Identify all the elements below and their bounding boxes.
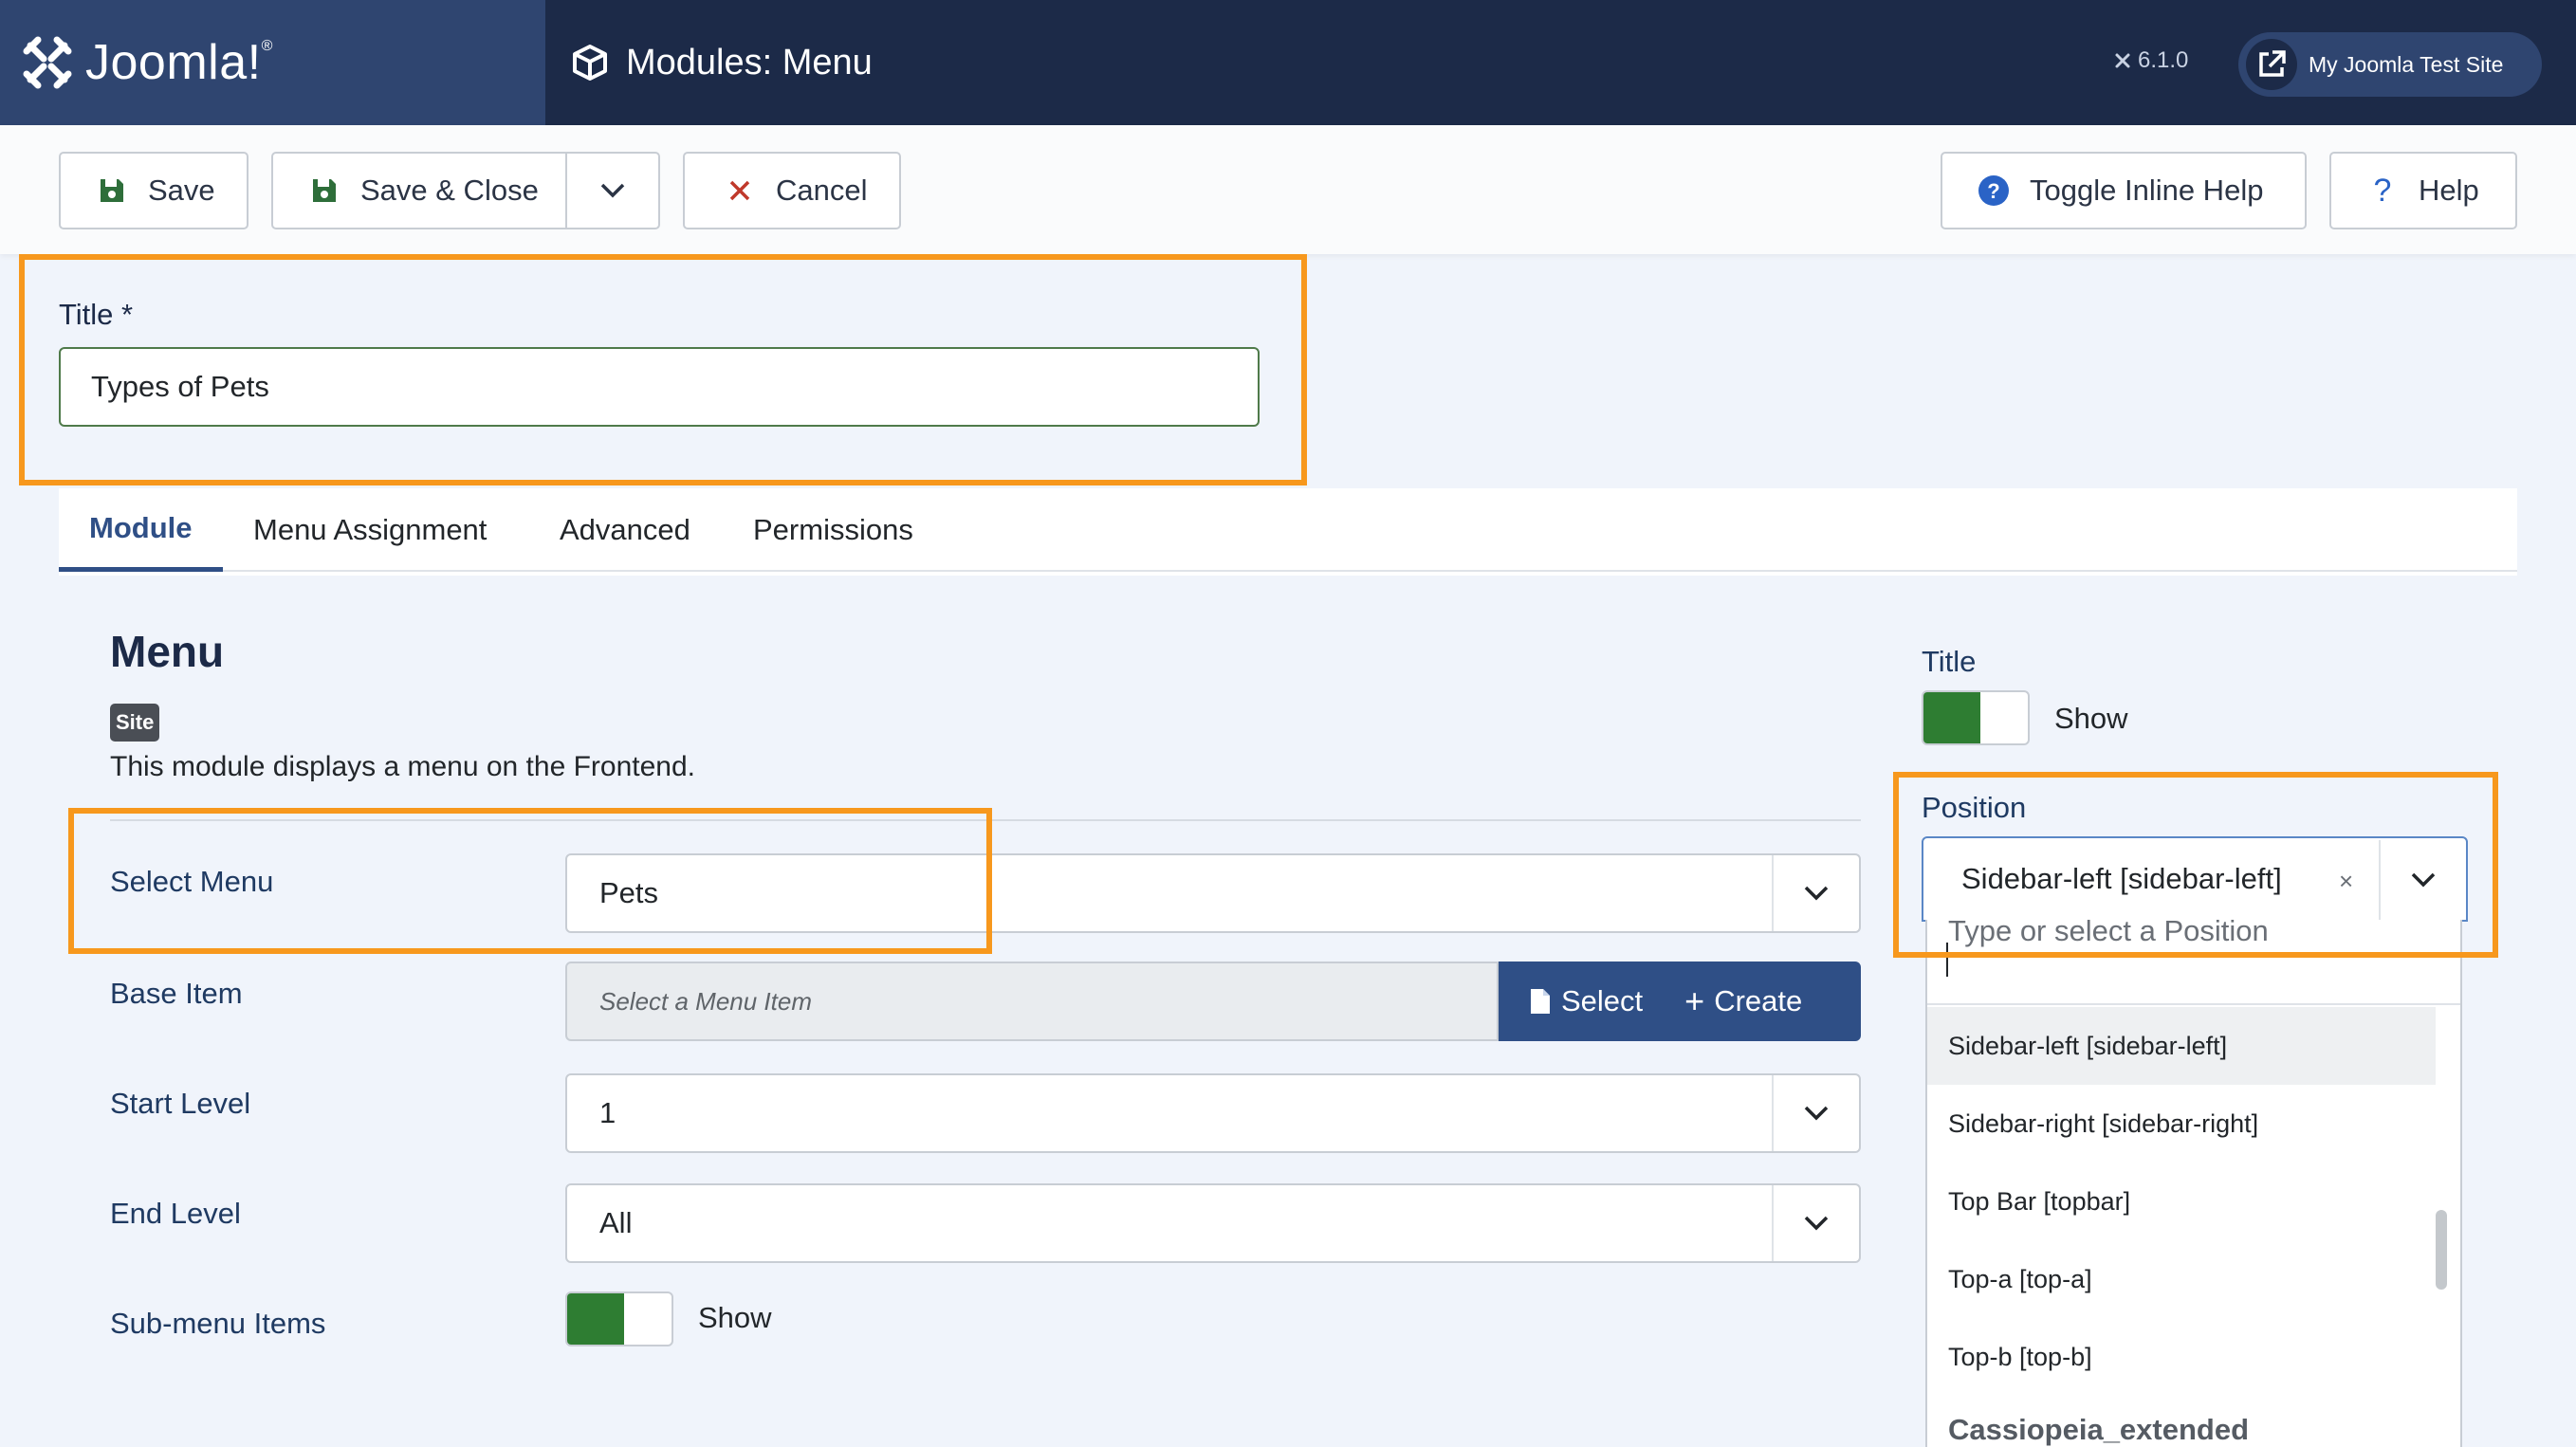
- text-cursor: [1946, 943, 1948, 977]
- version-indicator: 6.1.0: [2113, 47, 2188, 74]
- base-item-create-button[interactable]: + Create: [1684, 984, 1802, 1018]
- save-close-label: Save & Close: [360, 174, 539, 207]
- position-option[interactable]: Sidebar-right [sidebar-right]: [1927, 1085, 2436, 1163]
- select-menu-value: Pets: [599, 876, 659, 909]
- version-text: 6.1.0: [2138, 47, 2189, 73]
- chevron-down-icon: [1772, 1185, 1859, 1261]
- position-dropdown-list: Type or select a Position Sidebar-left […: [1925, 920, 2462, 1447]
- question-circle-icon: ?: [1975, 174, 2013, 207]
- select-menu-label: Select Menu: [110, 865, 274, 898]
- floppy-disk-icon: [305, 176, 343, 205]
- tab-permissions[interactable]: Permissions: [753, 488, 913, 572]
- tab-bar: Module Menu Assignment Advanced Permissi…: [59, 488, 2517, 572]
- help-label: Help: [2419, 174, 2479, 207]
- create-button-label: Create: [1714, 984, 1803, 1017]
- dropdown-scrollbar[interactable]: [2436, 1210, 2447, 1290]
- select-menu-dropdown[interactable]: Pets: [565, 853, 1861, 933]
- close-icon: [721, 179, 759, 202]
- module-description: This module displays a menu on the Front…: [110, 751, 696, 782]
- toggle-inline-help-button[interactable]: ? Toggle Inline Help: [1941, 152, 2307, 229]
- save-options-dropdown[interactable]: [565, 154, 658, 228]
- chevron-down-icon: [600, 183, 625, 198]
- chevron-down-icon: [1772, 855, 1859, 931]
- svg-text:?: ?: [1987, 179, 1999, 203]
- chevron-down-icon: [1772, 1075, 1859, 1151]
- position-option[interactable]: Top-a [top-a]: [1927, 1240, 2436, 1318]
- position-label: Position: [1922, 791, 2027, 824]
- cube-icon: [573, 45, 607, 81]
- cancel-label: Cancel: [776, 174, 868, 207]
- save-button[interactable]: Save: [59, 152, 248, 229]
- title-field-label: Title *: [59, 298, 134, 331]
- title-input[interactable]: [59, 347, 1260, 427]
- site-badge: Site: [110, 704, 160, 742]
- switch-on-indicator: [1923, 692, 1980, 743]
- file-icon: [1531, 989, 1550, 1014]
- base-item-field[interactable]: Select a Menu Item: [565, 962, 1499, 1041]
- start-level-label: Start Level: [110, 1087, 251, 1120]
- tab-advanced[interactable]: Advanced: [560, 488, 690, 572]
- start-level-dropdown[interactable]: 1: [565, 1073, 1861, 1153]
- cancel-button[interactable]: Cancel: [683, 152, 901, 229]
- submenu-items-state: Show: [698, 1301, 772, 1334]
- clear-icon[interactable]: ×: [2339, 867, 2353, 896]
- floppy-disk-icon: [93, 176, 131, 205]
- base-item-placeholder: Select a Menu Item: [599, 986, 812, 1016]
- tab-module[interactable]: Module: [59, 488, 223, 572]
- page-title: Modules: Menu: [626, 42, 873, 82]
- position-option[interactable]: Top-b [top-b]: [1927, 1318, 2436, 1396]
- base-item-buttons: Select + Create: [1499, 962, 1861, 1041]
- chevron-down-icon[interactable]: [2379, 840, 2466, 920]
- submenu-items-label: Sub-menu Items: [110, 1307, 326, 1340]
- question-icon: ?: [2373, 172, 2392, 209]
- save-label: Save: [148, 174, 215, 207]
- top-header: Joomla!® Modules: Menu 6.1.0 My Joomla T…: [0, 0, 2576, 125]
- toggle-help-label: Toggle Inline Help: [2030, 174, 2264, 207]
- show-title-switch[interactable]: [1922, 690, 2030, 745]
- divider: [110, 819, 1861, 821]
- select-button-label: Select: [1561, 984, 1644, 1017]
- joomla-small-icon: [2115, 53, 2130, 68]
- end-level-value: All: [599, 1206, 633, 1239]
- plus-icon: +: [1684, 981, 1705, 1020]
- submenu-items-switch[interactable]: [565, 1291, 673, 1346]
- position-option[interactable]: Top Bar [topbar]: [1927, 1163, 2436, 1240]
- position-search-placeholder: Type or select a Position: [1948, 920, 2269, 947]
- logo-text: Joomla!®: [85, 35, 273, 90]
- start-level-value: 1: [599, 1096, 616, 1129]
- module-heading: Menu: [110, 627, 225, 676]
- page-title-area: Modules: Menu: [571, 0, 873, 125]
- help-button[interactable]: ? Help: [2329, 152, 2517, 229]
- show-title-state: Show: [2054, 702, 2128, 735]
- position-group-label: Cassiopeia_extended: [1948, 1413, 2250, 1446]
- end-level-dropdown[interactable]: All: [565, 1183, 1861, 1263]
- switch-on-indicator: [567, 1293, 624, 1345]
- base-item-label: Base Item: [110, 977, 243, 1010]
- tab-menu-assignment[interactable]: Menu Assignment: [253, 488, 487, 572]
- position-search-input[interactable]: Type or select a Position: [1927, 920, 2460, 1005]
- position-value: Sidebar-left [sidebar-left]: [1961, 862, 2282, 895]
- end-level-label: End Level: [110, 1197, 241, 1230]
- toolbar: Save Save & Close Cancel ? Toggle Inline…: [0, 125, 2576, 254]
- position-option[interactable]: Sidebar-left [sidebar-left]: [1927, 1007, 2436, 1085]
- external-link-icon: [2246, 39, 2297, 90]
- save-close-button[interactable]: Save & Close: [271, 152, 660, 229]
- view-site-button[interactable]: My Joomla Test Site: [2238, 32, 2542, 97]
- show-title-label: Title: [1922, 645, 1977, 678]
- joomla-logo[interactable]: Joomla!®: [0, 0, 545, 125]
- joomla-logo-icon: [23, 36, 72, 89]
- base-item-select-button[interactable]: Select: [1529, 984, 1643, 1018]
- site-button-label: My Joomla Test Site: [2309, 51, 2504, 77]
